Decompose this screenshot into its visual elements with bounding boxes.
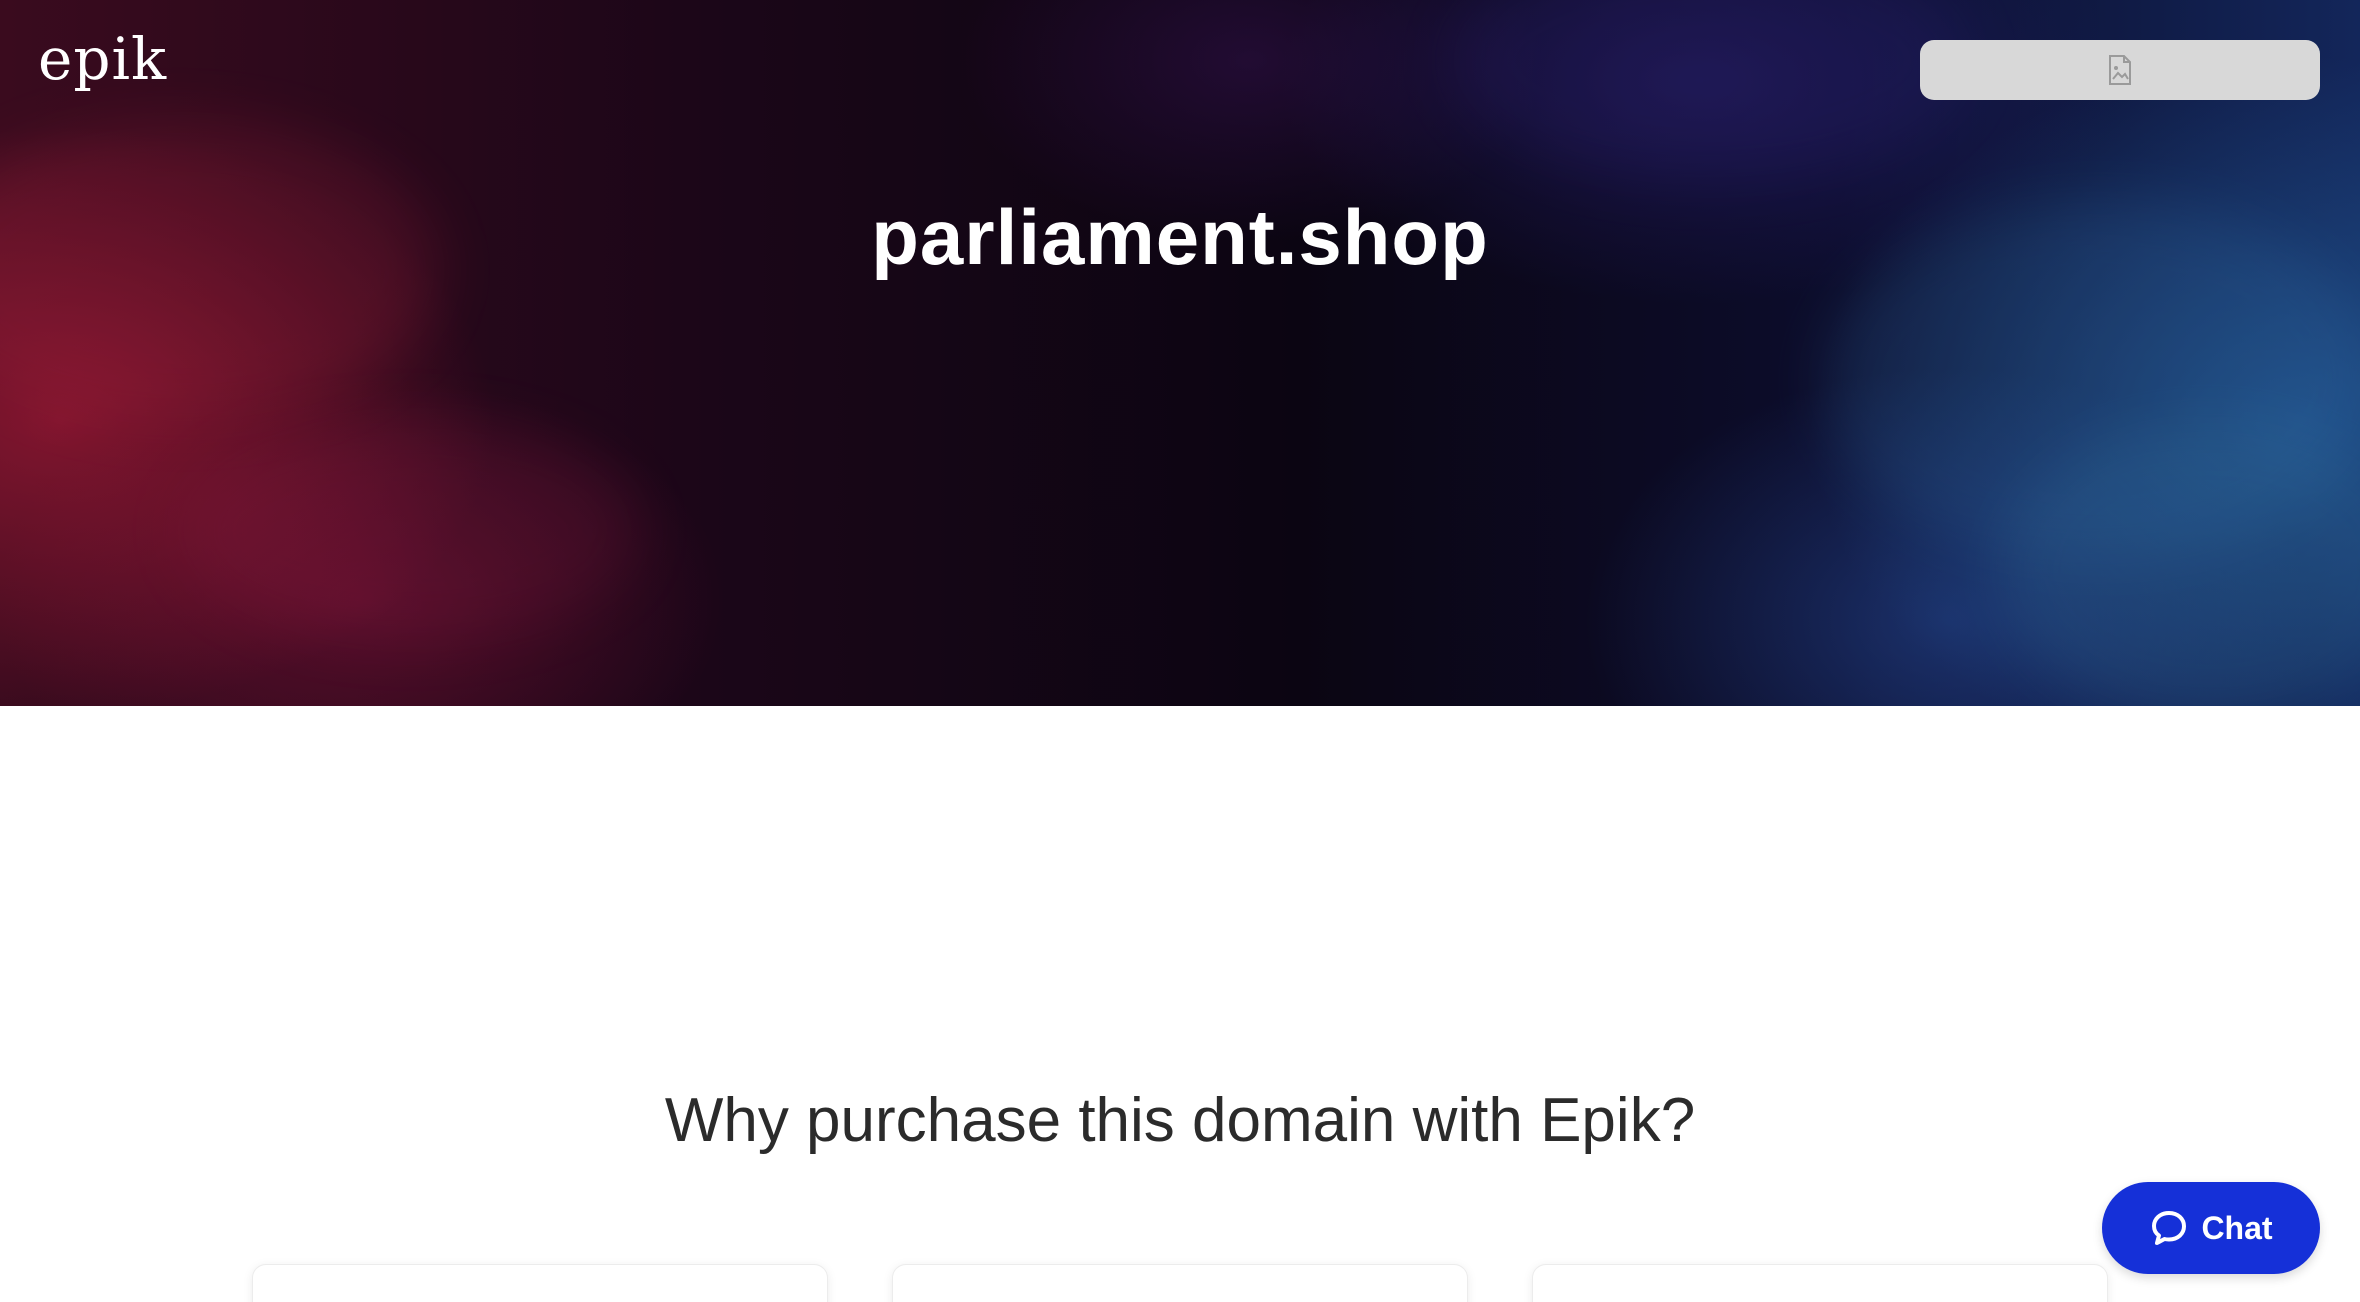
domain-title: parliament.shop xyxy=(871,193,1489,281)
chat-bubble-icon xyxy=(2152,1211,2187,1245)
feature-card xyxy=(1532,1264,2108,1302)
why-purchase-heading: Why purchase this domain with Epik? xyxy=(664,1086,1696,1155)
epik-logo[interactable]: epik xyxy=(38,30,167,88)
header-image-button[interactable] xyxy=(1920,40,2320,100)
hero-banner: epik parliament.shop xyxy=(0,0,2360,706)
feature-card xyxy=(252,1264,828,1302)
chat-label: Chat xyxy=(2201,1209,2273,1246)
page: epik parliament.shop Why purchase this d… xyxy=(0,0,2360,1302)
feature-card xyxy=(892,1264,1468,1302)
chat-button[interactable]: Chat xyxy=(2102,1182,2320,1274)
broken-image-icon xyxy=(2109,55,2131,85)
